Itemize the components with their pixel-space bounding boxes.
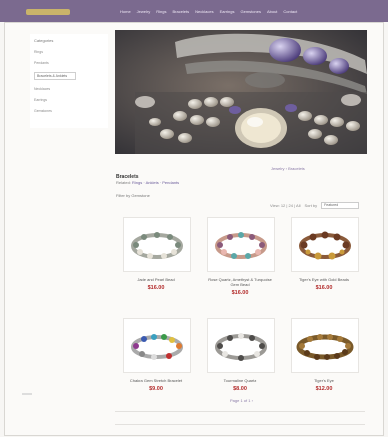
nav-item-jewelry[interactable]: Jewelry [137, 8, 151, 15]
breadcrumb[interactable]: Jewelry › Bracelets [271, 166, 305, 171]
sort-select[interactable]: Featured [321, 202, 360, 209]
product-price: $9.00 [149, 386, 163, 392]
nav-item-bracelets[interactable]: Bracelets [172, 8, 189, 15]
product-name[interactable]: Chakra Gem Stretch Bracelet [123, 378, 189, 383]
sidebar-item-gemstones[interactable]: Gemstones [34, 109, 76, 113]
bracelet-image [299, 231, 351, 260]
product-card[interactable]: Tourmaline Quartz $8.00 [207, 318, 275, 392]
bracelet-image [131, 334, 183, 360]
main-nav: Home Jewelry Rings Bracelets Necklaces E… [120, 8, 297, 15]
bracelet-image [215, 232, 267, 259]
product-price: $16.00 [147, 285, 165, 291]
sort-toolbar: View: 12 | 24 | All Sort by Featured [270, 202, 360, 209]
product-image[interactable] [207, 318, 275, 373]
product-name[interactable]: Jade and Pearl Bead [123, 277, 189, 282]
product-image[interactable] [123, 217, 191, 272]
sidebar-item-earrings[interactable]: Earrings [34, 98, 76, 102]
top-navigation-bar: Home Jewelry Rings Bracelets Necklaces E… [0, 0, 388, 22]
footer-divider [115, 411, 365, 412]
bracelet-image [296, 334, 354, 360]
sidebar-list: Rings Pendants Bracelets & Anklets Neckl… [34, 50, 76, 120]
sidebar-title: Categories [34, 38, 54, 43]
nav-item-rings[interactable]: Rings [156, 8, 166, 15]
filter-link[interactable]: Filter by Gemstone [116, 193, 150, 198]
nav-item-gemstones[interactable]: Gemstones [241, 8, 261, 15]
product-card[interactable]: Tiger's Eye $12.00 [291, 318, 359, 392]
product-image[interactable] [291, 318, 359, 373]
product-image[interactable] [291, 217, 359, 272]
nav-item-about[interactable]: About [267, 8, 277, 15]
sidebar-item-rings[interactable]: Rings [34, 50, 76, 54]
product-card[interactable]: Tiger's Eye with Gold Beads $16.00 [291, 217, 359, 291]
pagination[interactable]: Page 1 of 1 › [230, 398, 253, 403]
product-name[interactable]: Rose Quartz, Amethyst & Turquoise Gem Be… [207, 277, 273, 287]
product-card[interactable]: Rose Quartz, Amethyst & Turquoise Gem Be… [207, 217, 275, 296]
product-name[interactable]: Tiger's Eye [291, 378, 357, 383]
footer-divider [115, 424, 365, 425]
sidebar-item-necklaces[interactable]: Necklaces [34, 87, 76, 91]
category-subtitle-prefix: Related: [116, 180, 131, 185]
bracelet-image [131, 232, 183, 259]
product-name[interactable]: Tiger's Eye with Gold Beads [291, 277, 357, 282]
bracelet-image [215, 333, 267, 361]
category-sidebar: Categories Rings Pendants Bracelets & An… [30, 34, 108, 128]
product-image[interactable] [123, 318, 191, 373]
category-related-links[interactable]: Rings · Anklets · Pendants [132, 180, 179, 185]
hero-banner-image [115, 30, 367, 154]
product-price: $8.00 [233, 386, 247, 392]
view-count-links[interactable]: View: 12 | 24 | All [270, 203, 300, 208]
sort-label: Sort by [304, 203, 318, 208]
product-name[interactable]: Tourmaline Quartz [207, 378, 273, 383]
nav-item-contact[interactable]: Contact [283, 8, 297, 15]
hero-jewelry-illustration [115, 30, 367, 154]
product-price: $16.00 [231, 290, 249, 296]
product-price: $12.00 [315, 386, 333, 392]
product-image[interactable] [207, 217, 275, 272]
product-card[interactable]: Jade and Pearl Bead $16.00 [123, 217, 191, 291]
sidebar-item-bracelets[interactable]: Bracelets & Anklets [34, 72, 76, 80]
sidebar-item-pendants[interactable]: Pendants [34, 61, 76, 65]
product-card[interactable]: Chakra Gem Stretch Bracelet $9.00 [123, 318, 191, 392]
product-price: $16.00 [315, 285, 333, 291]
sidebar-marker [22, 393, 32, 395]
nav-item-home[interactable]: Home [120, 8, 131, 15]
nav-item-earrings[interactable]: Earrings [220, 8, 235, 15]
category-subtitle: Related: Rings · Anklets · Pendants [116, 180, 179, 185]
nav-item-necklaces[interactable]: Necklaces [195, 8, 213, 15]
site-logo[interactable] [26, 9, 70, 15]
